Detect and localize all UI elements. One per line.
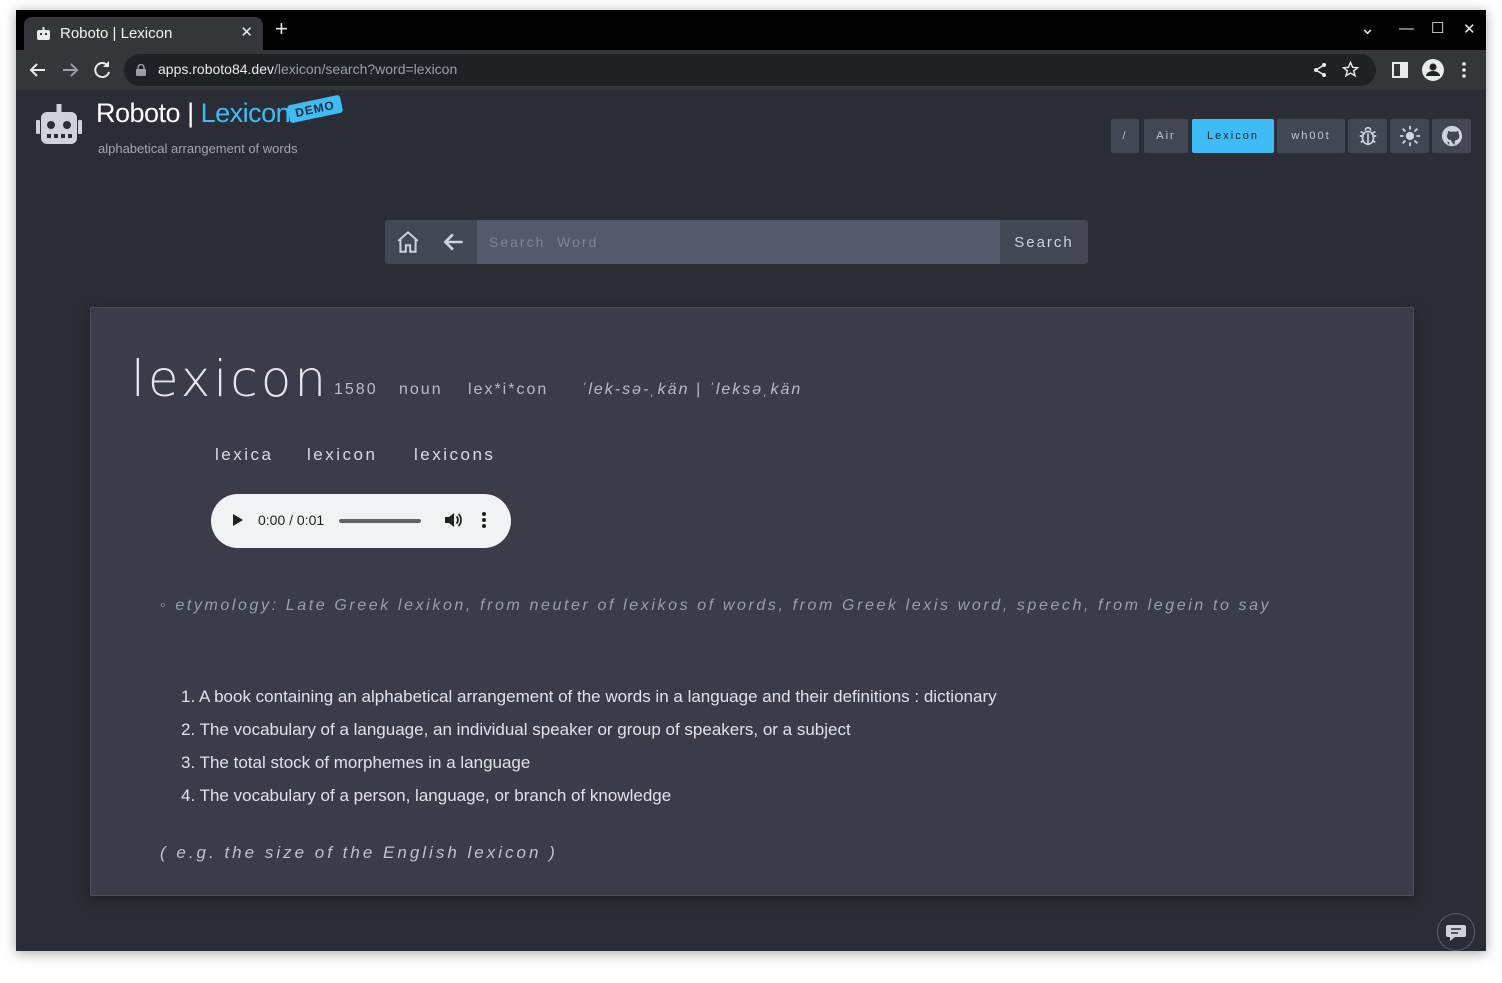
robot-favicon-icon (37, 27, 50, 40)
tab-strip: Roboto | Lexicon ✕ + ⌄ — ☐ ✕ (16, 10, 1486, 50)
chat-button[interactable] (1437, 913, 1475, 951)
profile-avatar-icon[interactable] (1422, 59, 1444, 81)
usage-example: ( e.g. the size of the English lexicon ) (160, 843, 558, 862)
close-window-button[interactable]: ✕ (1463, 20, 1476, 38)
tab-search-icon[interactable]: ⌄ (1360, 18, 1375, 39)
browser-tab[interactable]: Roboto | Lexicon ✕ (24, 17, 263, 50)
github-icon (1441, 125, 1462, 147)
github-link-button[interactable] (1432, 119, 1471, 153)
part-of-speech: noun (399, 381, 443, 398)
pronunciation: ˈlek-sə-ˌkän | ˈleksəˌkän (581, 381, 803, 398)
bug-report-button[interactable] (1348, 119, 1387, 153)
demo-badge: DEMO (286, 94, 344, 124)
maximize-button[interactable]: ☐ (1431, 19, 1444, 37)
browser-toolbar: apps.roboto84.dev/lexicon/search?word=le… (16, 50, 1486, 90)
syllables: lex*i*con (468, 381, 549, 398)
audio-player: 0:00 / 0:01 (211, 494, 511, 548)
bookmark-star-icon[interactable] (1342, 61, 1359, 78)
more-options-icon[interactable] (481, 510, 487, 530)
brand-accent: Lexicon (200, 98, 291, 128)
search-button[interactable]: Search (1000, 220, 1088, 264)
url-host: apps.roboto84.dev (158, 61, 274, 77)
definition-item: 1. A book containing an alphabetical arr… (181, 687, 997, 706)
home-icon[interactable] (395, 229, 421, 255)
volume-icon[interactable] (443, 510, 463, 530)
etymology: ◦ etymology: Late Greek lexikon, from ne… (160, 597, 1272, 614)
address-bar[interactable]: apps.roboto84.dev/lexicon/search?word=le… (124, 54, 1376, 86)
search-input[interactable] (477, 220, 1000, 264)
bug-icon (1359, 126, 1376, 146)
word-form: lexicons (414, 445, 496, 464)
tab-title: Roboto | Lexicon (60, 25, 173, 42)
back-icon[interactable] (26, 58, 50, 82)
forward-icon[interactable] (58, 58, 82, 82)
definition-item: 3. The total stock of morphemes in a lan… (181, 753, 531, 772)
audio-time: 0:00 / 0:01 (258, 512, 325, 528)
arrow-left-icon[interactable] (441, 229, 467, 255)
url-text[interactable]: apps.roboto84.dev/lexicon/search?word=le… (158, 61, 457, 77)
new-tab-button[interactable]: + (275, 18, 288, 40)
url-path: /lexicon/search?word=lexicon (273, 61, 458, 77)
brand-main: Roboto (96, 98, 181, 128)
definition-item: 4. The vocabulary of a person, language,… (181, 786, 672, 805)
share-icon[interactable] (1312, 62, 1328, 78)
tagline: alphabetical arrangement of words (98, 141, 298, 156)
chat-bubble-icon (1446, 925, 1466, 941)
entry-year: 1580 (334, 381, 378, 398)
reload-icon[interactable] (90, 58, 114, 82)
brand-title[interactable]: Roboto | Lexicon (96, 98, 291, 129)
entry-card: lexicon 1580 noun lex*i*con ˈlek-sə-ˌkän… (90, 307, 1414, 896)
app-viewport: Roboto | Lexicon DEMO alphabetical arran… (16, 90, 1486, 951)
audio-progress-slider[interactable] (339, 519, 421, 523)
nav-lexicon-button[interactable]: Lexicon (1192, 119, 1274, 153)
side-panel-icon[interactable] (1392, 62, 1408, 78)
word-form: lexicon (307, 445, 378, 464)
minimize-button[interactable]: — (1399, 20, 1414, 37)
theme-toggle-button[interactable] (1390, 119, 1429, 153)
lock-icon[interactable] (136, 64, 146, 76)
definition-item: 2. The vocabulary of a language, an indi… (181, 720, 851, 739)
browser-window: Roboto | Lexicon ✕ + ⌄ — ☐ ✕ apps.roboto… (16, 10, 1486, 951)
sun-icon (1399, 125, 1420, 147)
brand-separator: | (180, 98, 201, 128)
headword: lexicon (131, 350, 330, 408)
nav-air-button[interactable]: Air (1144, 119, 1188, 153)
nav-whoot-button[interactable]: wh00t (1277, 119, 1345, 153)
robot-logo-icon (36, 104, 82, 144)
tab-close-icon[interactable]: ✕ (240, 23, 253, 41)
search-bar: Search (385, 220, 1088, 264)
play-icon[interactable] (233, 514, 243, 526)
word-form: lexica (215, 445, 274, 464)
browser-menu-icon[interactable] (1460, 61, 1468, 79)
nav-root-button[interactable]: / (1111, 119, 1139, 153)
definitions-list: 1. A book containing an alphabetical arr… (181, 680, 997, 812)
